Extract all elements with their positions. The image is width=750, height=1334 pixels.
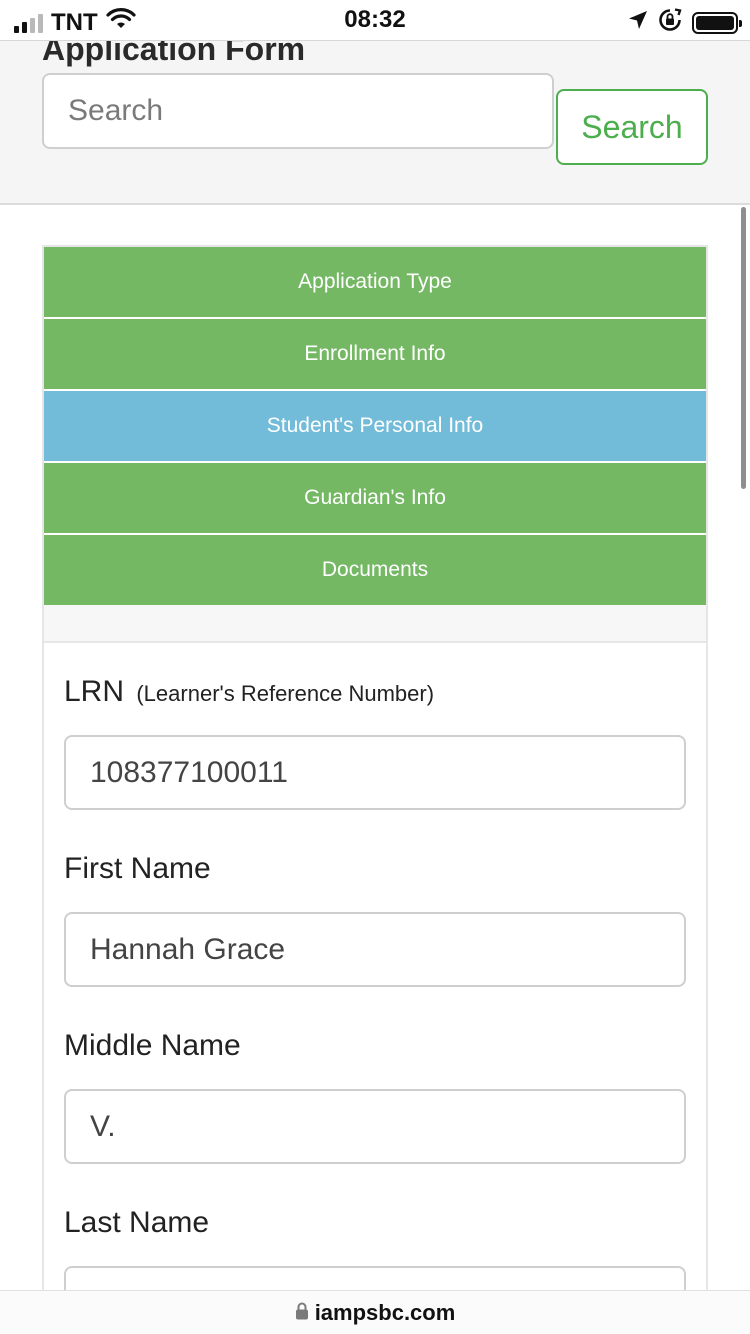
page-title: Application Form [42, 40, 306, 67]
tab-enrollment-info[interactable]: Enrollment Info [44, 319, 706, 391]
lrn-label-text: LRN [64, 675, 125, 708]
middle-name-label: Middle Name [64, 1029, 241, 1062]
battery-icon [692, 11, 742, 34]
scrollbar[interactable] [741, 207, 746, 489]
page-header: Application Form Search [0, 40, 750, 205]
content-area[interactable]: Application Type Enrollment Info Student… [0, 205, 750, 1290]
step-tabs: Application Type Enrollment Info Student… [44, 247, 706, 643]
status-bar: TNT 08:32 [0, 0, 750, 40]
tab-application-type[interactable]: Application Type [44, 247, 706, 319]
lrn-hint: (Learner's Reference Number) [136, 681, 435, 706]
last-name-label: Last Name [64, 1206, 210, 1239]
lrn-label: LRN (Learner's Reference Number) [64, 675, 686, 709]
lock-icon [295, 1300, 309, 1326]
location-arrow-icon [628, 10, 648, 35]
tab-documents[interactable]: Documents [44, 535, 706, 605]
personal-info-form: LRN (Learner's Reference Number) First N… [44, 643, 706, 1290]
search-input[interactable] [42, 73, 554, 149]
first-name-label: First Name [64, 852, 211, 885]
tab-guardians-info[interactable]: Guardian's Info [44, 463, 706, 535]
last-name-input[interactable] [64, 1266, 686, 1290]
form-panel: Application Type Enrollment Info Student… [42, 245, 708, 1290]
browser-address-bar[interactable]: iampsbc.com [0, 1290, 750, 1334]
rotation-lock-icon [658, 8, 682, 37]
tab-students-personal-info[interactable]: Student's Personal Info [44, 391, 706, 463]
browser-domain[interactable]: iampsbc.com [315, 1300, 456, 1326]
search-button[interactable]: Search [556, 89, 708, 165]
first-name-input[interactable] [64, 912, 686, 987]
status-right [628, 8, 742, 37]
middle-name-input[interactable] [64, 1089, 686, 1164]
lrn-input[interactable] [64, 735, 686, 810]
